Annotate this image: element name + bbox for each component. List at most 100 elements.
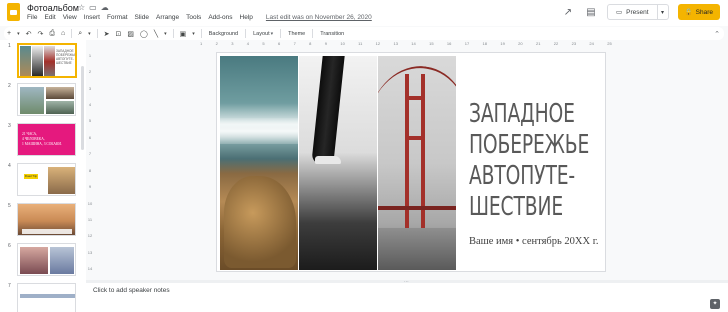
slide-canvas[interactable]: ЗАПАДНОЕ ПОБЕРЕЖЬЕ АВТОПУТЕ-ШЕСТВИЕ Ваше…	[216, 52, 606, 272]
hillside	[378, 228, 456, 270]
menu-add-ons[interactable]: Add-ons	[208, 14, 232, 21]
slide-number: 3	[8, 123, 11, 129]
sneaker-shape	[315, 156, 341, 164]
filmstrip-scrollbar[interactable]	[81, 66, 84, 150]
ruler-tick: 5	[88, 118, 92, 124]
speaker-notes-placeholder[interactable]: Click to add speaker notes	[93, 287, 170, 294]
toolbar-divider	[312, 29, 314, 38]
new-slide-dropdown-icon[interactable]: ▾	[14, 31, 23, 37]
menu-edit[interactable]: Edit	[44, 14, 55, 21]
slide-thumbnail[interactable]: 21 ЧАСА, 4 ЧЕЛОВЕКА, 1 МАШИНА, 3 СОБАКИ.	[17, 123, 76, 156]
ruler-tick: 12	[375, 41, 381, 46]
ruler-tick: 24	[589, 41, 594, 46]
thumb-photo	[46, 101, 74, 114]
lock-icon: 🔒	[684, 9, 693, 16]
slide-thumbnail[interactable]	[17, 83, 76, 116]
toolbar-divider	[71, 29, 73, 38]
ruler-tick: 7	[293, 41, 296, 46]
zoom-dropdown-icon[interactable]: ▾	[85, 31, 94, 37]
add-comment-icon[interactable]: ▣	[177, 30, 190, 38]
slide-thumbnail[interactable]: ЗАПАДНОЕ ПОБЕРЕЖЬЕ АВТОПУТЕ-ШЕСТВИЕ	[17, 43, 77, 78]
cloud-icon[interactable]: ☁	[101, 3, 109, 12]
wave-foam	[220, 118, 298, 144]
thumb-photo	[44, 46, 55, 76]
thumb-photo	[48, 167, 75, 194]
slide-subtitle[interactable]: Ваше имя • сентябрь 20XX г.	[469, 236, 598, 247]
line-dropdown-icon[interactable]: ▾	[161, 31, 170, 37]
slide-number: 2	[8, 83, 11, 89]
ocean-rocks-photo[interactable]	[220, 56, 298, 270]
zoom-icon[interactable]: ⌕	[75, 30, 85, 38]
text-box-icon[interactable]: ⊡	[113, 30, 125, 38]
layout-button[interactable]: Layout▾	[249, 31, 277, 37]
thumb-text-line: 1 МАШИНА, 3 СОБАКИ.	[22, 142, 62, 146]
ruler-tick: 3	[88, 85, 92, 91]
golden-gate-bridge-photo[interactable]	[378, 56, 456, 270]
present-label: Present	[626, 8, 649, 16]
menu-file[interactable]: File	[27, 14, 37, 21]
thumb-caption-bar	[22, 229, 72, 234]
last-edit-link[interactable]: Last edit was on November 26, 2020	[266, 14, 372, 21]
present-dropdown-icon[interactable]: ▾	[658, 9, 668, 16]
folder-icon[interactable]: ▭	[89, 3, 97, 12]
menu-insert[interactable]: Insert	[84, 14, 100, 21]
line-icon[interactable]: ╲	[151, 30, 161, 38]
menu-help[interactable]: Help	[240, 14, 253, 21]
ruler-tick: 4	[88, 101, 92, 107]
toolbar-divider	[200, 29, 202, 38]
background-button[interactable]: Background	[205, 31, 242, 37]
new-slide-icon[interactable]: +	[4, 30, 14, 37]
bridge-beam	[405, 136, 425, 140]
legs-sneakers-photo[interactable]	[299, 56, 377, 270]
thumb-photo	[20, 87, 44, 114]
slides-logo[interactable]	[7, 3, 20, 21]
comment-dropdown-icon[interactable]: ▾	[189, 31, 198, 37]
menu-format[interactable]: Format	[107, 14, 128, 21]
menu-arrange[interactable]: Arrange	[156, 14, 179, 21]
thumb-photo	[50, 247, 74, 274]
ruler-tick: 13	[87, 249, 93, 255]
explore-icon[interactable]: ✦	[710, 299, 720, 309]
slide-title[interactable]: ЗАПАДНОЕ ПОБЕРЕЖЬЕ АВТОПУТЕ-ШЕСТВИЕ	[469, 99, 605, 223]
select-cursor-icon[interactable]: ➤	[101, 30, 113, 38]
menu-view[interactable]: View	[63, 14, 77, 21]
ruler-tick: 2	[88, 69, 92, 75]
document-title[interactable]: Фотоальбом	[27, 3, 79, 13]
layout-label: Layout	[253, 30, 270, 37]
slide-thumbnail[interactable]	[17, 203, 76, 236]
ruler-tick: 13	[393, 41, 398, 46]
comments-icon[interactable]: ▤	[584, 7, 598, 18]
ruler-tick: 23	[571, 41, 577, 46]
collapse-toolbar-icon[interactable]: ⌃	[714, 30, 724, 38]
paint-format-icon[interactable]: ⌂	[58, 30, 68, 37]
slide-thumbnail[interactable]: Road Trip	[17, 163, 76, 196]
header: Фотоальбом ☆ ▭ ☁ File Edit View Insert F…	[0, 0, 728, 26]
activity-trend-icon[interactable]: ↗	[561, 7, 575, 18]
speaker-notes-panel[interactable]: Click to add speaker notes ✦	[86, 283, 728, 312]
shape-icon[interactable]: ◯	[137, 30, 151, 38]
ruler-tick: 15	[429, 41, 434, 46]
ruler-tick: 7	[88, 151, 92, 157]
ruler-tick: 17	[464, 41, 470, 46]
present-button[interactable]: ▭ Present	[608, 5, 658, 19]
redo-icon[interactable]: ↷	[34, 30, 46, 38]
menu-slide[interactable]: Slide	[135, 14, 149, 21]
slide-thumbnail[interactable]	[17, 283, 76, 312]
star-icon[interactable]: ☆	[78, 3, 85, 12]
ruler-tick: 11	[358, 41, 363, 46]
ruler-tick: 1	[200, 41, 203, 46]
menu-tools[interactable]: Tools	[186, 14, 201, 21]
transition-button[interactable]: Transition	[316, 31, 348, 37]
image-icon[interactable]: ▨	[124, 30, 137, 38]
ruler-tick: 16	[446, 41, 452, 46]
share-button[interactable]: 🔒 Share	[677, 4, 720, 20]
slide-thumbnail[interactable]	[17, 243, 76, 276]
theme-button[interactable]: Theme	[284, 31, 309, 37]
thumb-title: ЗАПАДНОЕ ПОБЕРЕЖЬЕ АВТОПУТЕ-ШЕСТВИЕ	[56, 49, 77, 65]
print-icon[interactable]: ⎙	[46, 30, 58, 38]
ruler-tick: 19	[500, 41, 505, 46]
undo-icon[interactable]: ↶	[23, 30, 35, 38]
slide-number: 4	[8, 163, 11, 169]
toolbar: + ▾ ↶ ↷ ⎙ ⌂ ⌕ ▾ ➤ ⊡ ▨ ◯ ╲ ▾ ▣ ▾ Backgrou…	[4, 27, 724, 40]
horizontal-ruler: 1 2 3 4 5 6 7 8 9 10 11 12 13 14 15 16 17 18 19 20 21 22 23 24 2…	[200, 41, 612, 47]
